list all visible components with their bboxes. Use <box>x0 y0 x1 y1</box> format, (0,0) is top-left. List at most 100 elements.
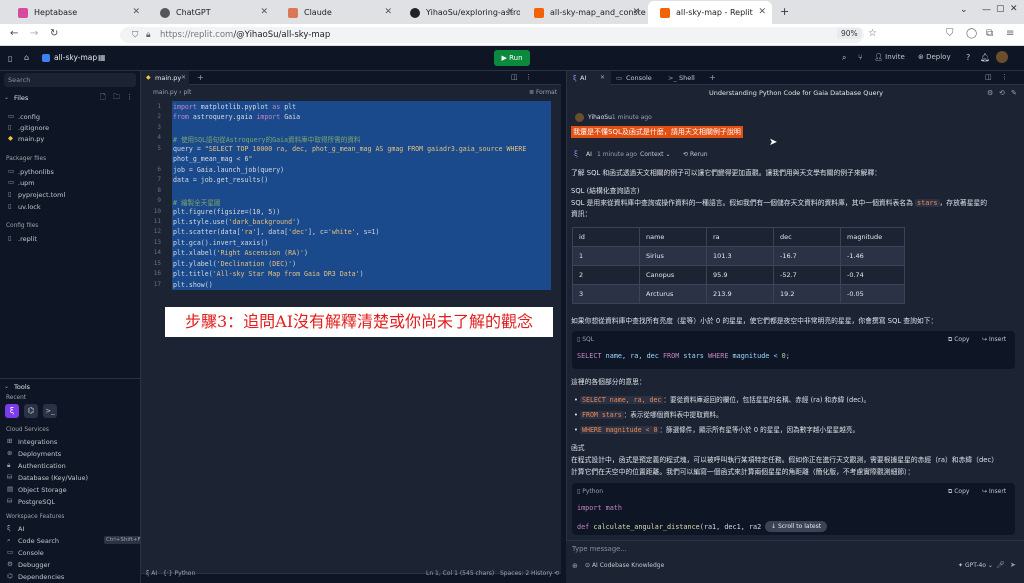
url-field[interactable]: ⛉ 🔒︎ https://replit.com/@YihaoSu/all-sky-m… <box>120 27 864 43</box>
reload-icon[interactable]: ↻ <box>50 28 58 39</box>
python-code-line[interactable]: def calculate_angular_distance(ra1, dec1… <box>577 523 761 531</box>
help-icon[interactable]: ? <box>966 53 970 62</box>
code-line[interactable]: plt.show() <box>173 281 213 289</box>
code-line[interactable]: plt.scatter(data['ra'], data['dec'], c='… <box>173 228 380 236</box>
home-icon[interactable]: ⌂ <box>24 53 29 62</box>
code-line[interactable]: plt.style.use('dark_background') <box>173 218 300 226</box>
tool-item[interactable]: Database (Key/Value) <box>18 474 88 482</box>
file-item[interactable]: .config <box>18 113 40 121</box>
code-line[interactable]: plt.gca().invert_xaxis() <box>173 239 268 247</box>
layout-icon[interactable]: ▦ <box>98 53 106 62</box>
forward-icon[interactable]: → <box>30 28 38 39</box>
close-icon[interactable]: ✕ <box>260 7 268 17</box>
search-icon[interactable]: ⌕ <box>842 53 846 63</box>
close-icon[interactable]: ✕ <box>132 7 140 17</box>
tool-item[interactable]: AI <box>18 525 24 533</box>
code-line[interactable]: phot_g_mean_mag < 6" <box>173 155 252 163</box>
invite-button[interactable]: 👤︎ Invite <box>874 53 905 61</box>
insert-button[interactable]: ↪ Insert <box>982 488 1006 495</box>
minimize-icon[interactable]: — <box>982 5 991 15</box>
back-icon[interactable]: ← <box>10 28 18 39</box>
knowledge-toggle[interactable]: ⊙ AI Codebase Knowledge <box>585 562 664 569</box>
tab-shell[interactable]: Shell <box>679 74 695 82</box>
model-select[interactable]: ✦ GPT-4o ⌄ <box>958 562 993 569</box>
tool-item[interactable]: Debugger <box>18 561 50 569</box>
account-icon[interactable]: ◯ <box>966 28 977 39</box>
code-line[interactable]: data = job.get_results() <box>173 176 268 184</box>
chevron-down-icon[interactable]: ⌄ <box>4 94 9 101</box>
search-input[interactable]: Search <box>4 73 136 87</box>
file-item[interactable]: .pythonlibs <box>18 168 54 176</box>
packages-tool-icon[interactable]: ⌬ <box>24 404 38 418</box>
tool-item[interactable]: Authentication <box>18 462 66 470</box>
code-line[interactable]: # 繪製全天星圖 <box>173 197 221 207</box>
notification-icon[interactable]: 🔔︎ <box>980 53 990 62</box>
scroll-to-latest-button[interactable]: ↓ Scroll to latest <box>765 521 828 532</box>
settings-icon[interactable]: ⚙ <box>987 89 993 97</box>
context-button[interactable]: Context ⌄ <box>640 151 670 158</box>
tool-item[interactable]: Deployments <box>18 450 61 458</box>
insert-button[interactable]: ↪ Insert <box>982 336 1006 343</box>
code-line[interactable]: from astroquery.gaia import Gaia <box>173 113 300 121</box>
close-icon[interactable]: ✕ <box>384 7 392 17</box>
browser-tab-heptabase[interactable]: Heptabase ✕ <box>6 1 146 24</box>
code-line[interactable]: plt.title('All-sky Star Map from Gaia DR… <box>173 270 364 278</box>
mic-icon[interactable]: 🎤︎ <box>996 561 1005 569</box>
file-item[interactable]: main.py <box>18 135 44 143</box>
history-icon[interactable]: ⟲ <box>999 89 1005 97</box>
more-icon[interactable]: ⋮ <box>525 73 532 81</box>
close-icon[interactable]: ✕ <box>506 7 514 17</box>
code-line[interactable]: # 使用SQL語句從Astroquery的Gaia資料庫中取得所需的資料 <box>173 134 361 144</box>
code-line[interactable]: query = "SELECT TOP 10000 ra, dec, phot_… <box>173 145 526 153</box>
file-item[interactable]: pyproject.toml <box>18 191 65 199</box>
close-icon[interactable]: ✕ <box>181 74 186 81</box>
run-button[interactable]: ▶ Run <box>494 50 530 66</box>
browser-tab-chatgpt[interactable]: ChatGPT ✕ <box>148 1 274 24</box>
attach-icon[interactable]: ⊕ <box>572 562 578 570</box>
shell-tool-icon[interactable]: >_ <box>43 404 57 418</box>
new-file-icon[interactable]: 🗋︎ <box>100 93 106 104</box>
deploy-button[interactable]: ⊛ Deploy <box>918 53 951 61</box>
status-spaces[interactable]: Spaces: 2 <box>500 570 529 577</box>
split-icon[interactable]: ◫ <box>511 73 518 81</box>
chevron-down-icon[interactable]: ⌄ <box>4 383 9 390</box>
tool-item[interactable]: Dependencies <box>18 573 64 581</box>
code-line[interactable]: job = Gaia.launch_job(query) <box>173 166 284 174</box>
add-tab-icon[interactable]: + <box>197 73 204 82</box>
window-close-icon[interactable]: ✕ <box>1010 4 1018 14</box>
copy-button[interactable]: ⧉ Copy <box>948 488 969 496</box>
code-line[interactable]: import matplotlib.pyplot as plt <box>173 103 296 111</box>
copy-button[interactable]: ⧉ Copy <box>948 336 969 344</box>
zoom-level[interactable]: 90% <box>837 28 862 39</box>
status-lang[interactable]: {·} Python <box>163 570 195 577</box>
git-icon[interactable]: ⑂ <box>858 53 863 62</box>
browser-tab-replit-active[interactable]: all-sky-map - Replit ✕ <box>648 1 772 24</box>
tool-item[interactable]: Integrations <box>18 438 57 446</box>
file-item[interactable]: uv.lock <box>18 203 41 211</box>
breadcrumb-symbol[interactable]: plt <box>183 89 191 96</box>
file-item[interactable]: .replit <box>18 235 37 243</box>
browser-tab-github[interactable]: YihaoSu/exploring-astro ✕ <box>398 1 520 24</box>
tab-console[interactable]: Console <box>626 74 652 82</box>
browser-tab-replit-repo[interactable]: all-sky-map_and_conste ✕ <box>522 1 646 24</box>
maximize-icon[interactable]: ▢ <box>996 4 1005 14</box>
pocket-icon[interactable]: ⛉ <box>946 28 954 39</box>
split-icon[interactable]: ◫ <box>985 73 992 81</box>
more-icon[interactable]: ⋮ <box>1001 73 1008 81</box>
new-folder-icon[interactable]: 🗀︎ <box>113 93 120 104</box>
file-item[interactable]: .upm <box>18 179 35 187</box>
add-tab-icon[interactable]: + <box>709 73 716 82</box>
code-line[interactable]: plt.figure(figsize=(10, 5)) <box>173 208 280 216</box>
new-chat-icon[interactable]: ✎ <box>1011 89 1017 97</box>
code-line[interactable]: plt.xlabel('Right Ascension (RA)') <box>173 249 308 257</box>
avatar[interactable] <box>996 51 1008 63</box>
close-icon[interactable]: ✕ <box>632 7 640 17</box>
sidebar-toggle-icon[interactable]: ▯ <box>8 54 12 63</box>
project-name[interactable]: all-sky-map <box>54 53 97 62</box>
ai-tool-icon[interactable]: ξ <box>5 404 19 418</box>
close-icon[interactable]: ✕ <box>758 7 766 17</box>
rerun-button[interactable]: ⟲ Rerun <box>683 151 708 158</box>
close-icon[interactable]: ✕ <box>600 74 605 81</box>
send-icon[interactable]: ➤ <box>1010 561 1016 569</box>
python-code-line[interactable]: import math <box>577 504 622 512</box>
